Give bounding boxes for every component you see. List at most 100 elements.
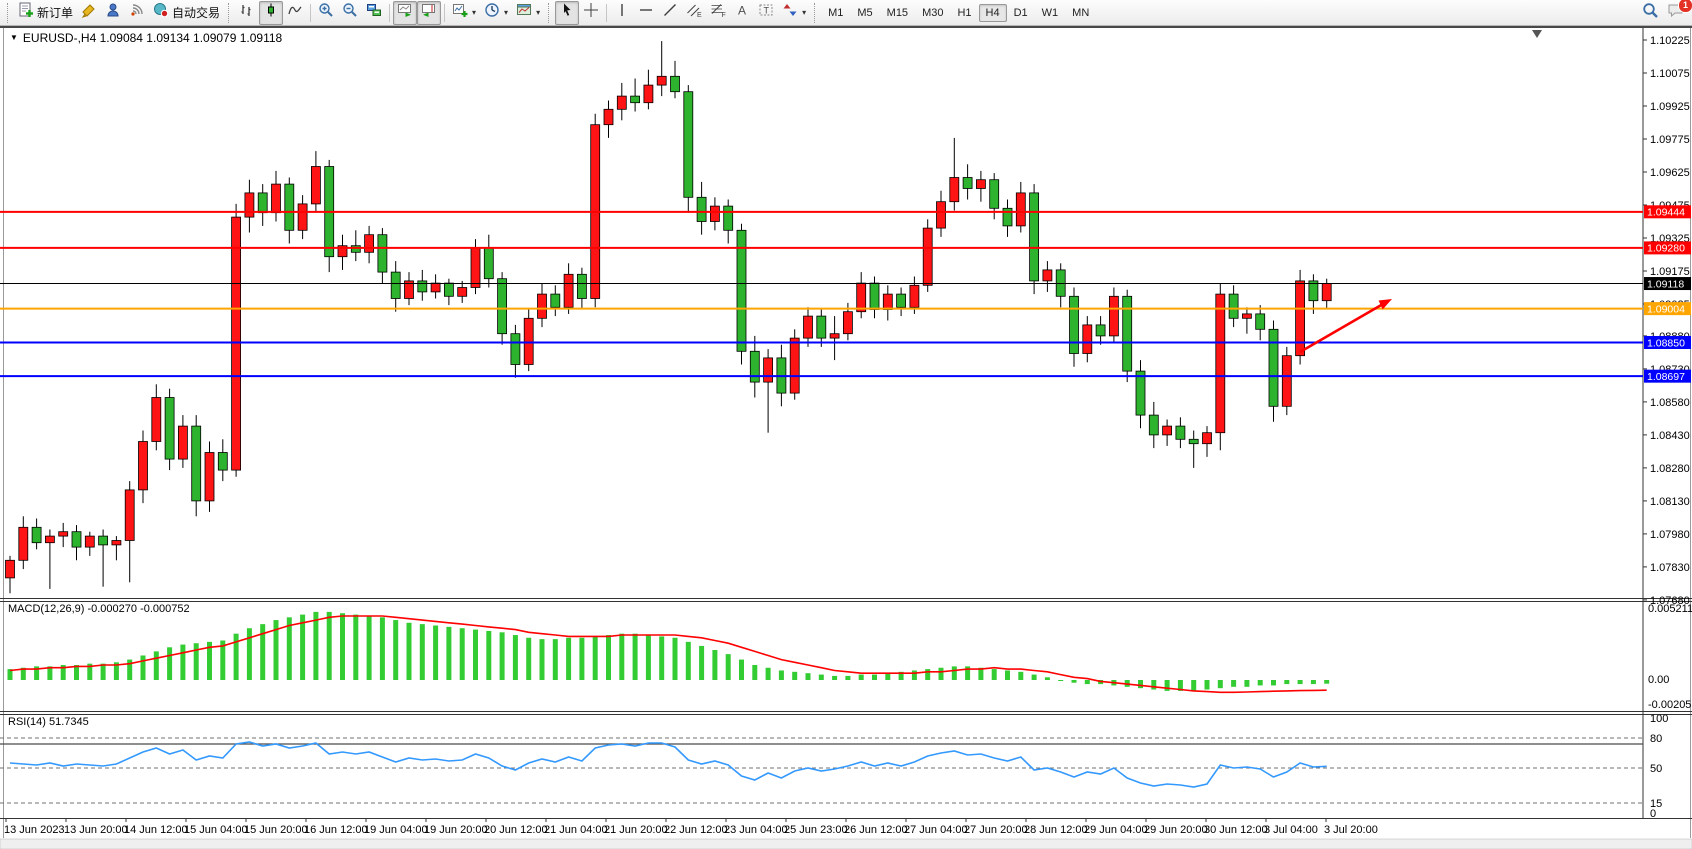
period-m30-button[interactable]: M30 xyxy=(915,4,950,22)
chart-ohlc-header: ▼EURUSD-,H4 1.09084 1.09134 1.09079 1.09… xyxy=(10,31,282,45)
period-m5-button[interactable]: M5 xyxy=(850,4,879,22)
period-h1-button[interactable]: H1 xyxy=(950,4,978,22)
macd-histogram-bar xyxy=(407,623,412,680)
macd-histogram-bar xyxy=(1032,675,1037,680)
new-order-button[interactable]: 新订单 xyxy=(14,1,77,25)
macd-histogram-bar xyxy=(872,675,877,680)
auto-scroll-button[interactable] xyxy=(393,1,417,25)
macd-histogram-bar xyxy=(686,642,691,680)
candle-body xyxy=(1123,296,1132,371)
periods-button[interactable]: ▾ xyxy=(480,1,512,25)
period-m15-button[interactable]: M15 xyxy=(880,4,915,22)
candle-body xyxy=(1149,415,1158,435)
text-button[interactable]: A xyxy=(730,1,754,25)
line-chart-button[interactable] xyxy=(283,1,307,25)
candle-body xyxy=(285,184,294,230)
macd-histogram-bar xyxy=(806,673,811,680)
macd-histogram-bar xyxy=(526,638,531,680)
candle-body xyxy=(790,338,799,393)
macd-scale-label: 0.005211 xyxy=(1648,603,1692,615)
macd-histogram-bar xyxy=(327,612,332,680)
period-mn-button[interactable]: MN xyxy=(1065,4,1096,22)
time-tick-label: 29 Jun 04:00 xyxy=(1084,824,1148,836)
candle-body xyxy=(45,536,54,543)
time-tick-label: 15 Jun 04:00 xyxy=(184,824,248,836)
candle-body xyxy=(378,235,387,272)
fibonacci-button[interactable]: F xyxy=(706,1,730,25)
candle-body xyxy=(258,193,267,213)
text-label-button[interactable]: T xyxy=(754,1,778,25)
macd-histogram-bar xyxy=(566,638,571,680)
clock-icon xyxy=(484,2,500,23)
notifications-button[interactable]: 1 xyxy=(1663,1,1689,25)
macd-histogram-bar xyxy=(101,664,106,680)
time-tick-label: 27 Jun 20:00 xyxy=(964,824,1028,836)
autotrading-button[interactable]: 自动交易 xyxy=(149,1,224,25)
macd-histogram-bar xyxy=(1231,680,1236,687)
candle-body xyxy=(152,398,161,442)
chart-shift-button[interactable] xyxy=(417,1,441,25)
autotrading-icon xyxy=(153,2,169,23)
templates-button[interactable]: ▾ xyxy=(512,1,544,25)
macd-histogram-bar xyxy=(939,668,944,680)
candle-body xyxy=(617,96,626,109)
zoom-in-icon xyxy=(318,2,334,23)
community-button[interactable] xyxy=(101,1,125,25)
price-tick-label: 1.09775 xyxy=(1650,134,1690,146)
zoom-out-button[interactable] xyxy=(338,1,362,25)
tile-windows-icon xyxy=(366,2,382,23)
macd-histogram-bar xyxy=(247,628,252,680)
one-click-trading-arrow-icon[interactable]: ▼ xyxy=(10,33,18,42)
signals-button[interactable] xyxy=(125,1,149,25)
price-tick-label: 1.08580 xyxy=(1650,397,1690,409)
price-badge-label: 1.09004 xyxy=(1647,303,1685,315)
period-h4-button[interactable]: H4 xyxy=(979,4,1007,22)
period-m1-button[interactable]: M1 xyxy=(821,4,850,22)
cursor-button[interactable] xyxy=(555,1,579,25)
horizontal-line-icon xyxy=(638,2,654,23)
search-button[interactable] xyxy=(1638,1,1663,25)
chart-canvas[interactable]: 1.102251.100751.099251.097751.096251.094… xyxy=(0,0,1692,849)
trendline-button[interactable] xyxy=(658,1,682,25)
macd-histogram-bar xyxy=(420,624,425,680)
macd-histogram-bar xyxy=(1218,680,1223,688)
trend-arrow-object[interactable] xyxy=(1300,304,1383,352)
macd-histogram-bar xyxy=(779,670,784,680)
candle-body xyxy=(484,248,493,279)
macd-scale-label: -0.00205 xyxy=(1648,699,1691,711)
crosshair-button[interactable] xyxy=(579,1,603,25)
tile-windows-button[interactable] xyxy=(362,1,386,25)
vertical-line-icon xyxy=(614,2,630,23)
macd-histogram-bar xyxy=(712,650,717,680)
period-d1-button[interactable]: D1 xyxy=(1007,4,1035,22)
price-badge-label: 1.09444 xyxy=(1647,207,1685,219)
macd-histogram-bar xyxy=(313,612,318,680)
macd-histogram-bar xyxy=(1165,680,1170,691)
macd-histogram-bar xyxy=(673,638,678,680)
new-order-label: 新订单 xyxy=(37,4,73,21)
toolbar-separator xyxy=(310,4,311,22)
time-tick-label: 23 Jun 04:00 xyxy=(724,824,788,836)
horizontal-line-button[interactable] xyxy=(634,1,658,25)
indicators-button[interactable]: ▾ xyxy=(448,1,480,25)
price-badge-label: 1.09118 xyxy=(1647,278,1684,290)
candlestick-chart-button[interactable] xyxy=(259,1,283,25)
macd-histogram-bar xyxy=(1072,680,1077,683)
period-w1-button[interactable]: W1 xyxy=(1035,4,1066,22)
time-tick-label: 30 Jun 12:00 xyxy=(1204,824,1268,836)
equidistant-channel-button[interactable]: E xyxy=(682,1,706,25)
arrows-objects-button[interactable]: ▾ xyxy=(778,1,810,25)
vertical-line-button[interactable] xyxy=(610,1,634,25)
bar-chart-button[interactable] xyxy=(235,1,259,25)
candle-body xyxy=(564,274,573,307)
candle-body xyxy=(431,283,440,292)
macd-histogram-bar xyxy=(1284,680,1289,684)
news-button[interactable] xyxy=(77,1,101,25)
zoom-in-button[interactable] xyxy=(314,1,338,25)
macd-scale-label: 0.00 xyxy=(1648,674,1669,686)
macd-histogram-bar xyxy=(1311,680,1316,684)
candle-body xyxy=(272,184,281,213)
price-badge-label: 1.08850 xyxy=(1647,337,1685,349)
time-tick-label: 3 Jul 20:00 xyxy=(1324,824,1378,836)
candle-body xyxy=(72,532,81,547)
